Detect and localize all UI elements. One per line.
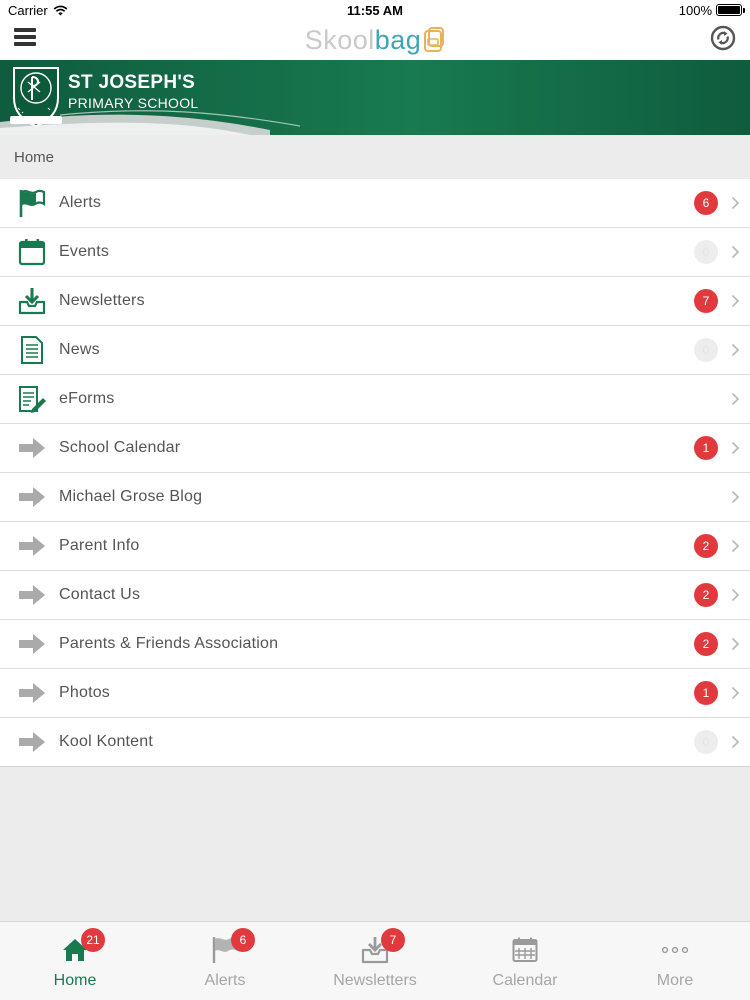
menu-item-news[interactable]: News 0 (0, 326, 750, 375)
school-header-banner: ST JOSEPH'S PRIMARY SCHOOL (0, 60, 750, 135)
more-dots-icon (660, 936, 690, 964)
menu-item-label: Michael Grose Blog (59, 488, 203, 505)
tab-bar: 21 Home 6 Alerts 7 Newsletters Calendar … (0, 921, 750, 1000)
count-badge: 2 (694, 534, 718, 558)
chevron-right-icon (731, 392, 740, 406)
tab-label: Home (53, 972, 97, 989)
tab-newsletters[interactable]: 7 Newsletters (300, 922, 450, 1000)
arrow-right-icon (16, 432, 48, 464)
brand-part1: Skool (304, 24, 375, 55)
menu-item-photos[interactable]: Photos 1 (0, 669, 750, 718)
chevron-right-icon (731, 588, 740, 602)
chevron-right-icon (731, 490, 740, 504)
menu-item-parents-friends-association[interactable]: Parents & Friends Association 2 (0, 620, 750, 669)
school-name-line1: ST JOSEPH'S (68, 72, 196, 93)
tab-label: Newsletters (333, 972, 417, 989)
tab-home[interactable]: 21 Home (0, 922, 150, 1000)
menu-list: Alerts 6 Events 0 Newsletters 7 News 0 e… (0, 179, 750, 767)
count-badge: 0 (694, 240, 718, 264)
school-name: ST JOSEPH'S PRIMARY SCHOOL (68, 72, 199, 111)
count-badge: 7 (694, 289, 718, 313)
menu-item-events[interactable]: Events 0 (0, 228, 750, 277)
chevron-right-icon (731, 637, 740, 651)
skoolbag-logo: Skool bag (305, 25, 446, 56)
count-badge: 2 (694, 583, 718, 607)
menu-item-label: Contact Us (59, 586, 141, 603)
menu-item-label: Events (59, 243, 110, 260)
chevron-right-icon (731, 735, 740, 749)
tab-more[interactable]: More (600, 922, 750, 1000)
brand-part2: bag (374, 24, 422, 55)
menu-item-label: eForms (59, 390, 115, 407)
form-pen-icon (16, 383, 48, 415)
arrow-right-icon (16, 726, 48, 758)
flag-icon (16, 187, 48, 219)
menu-item-label: News (59, 341, 100, 358)
school-name-line2: PRIMARY SCHOOL (68, 95, 199, 111)
inbox-download-icon (16, 285, 48, 317)
tab-label: More (656, 972, 694, 989)
chevron-right-icon (731, 686, 740, 700)
count-badge: 0 (694, 730, 718, 754)
menu-item-label: Newsletters (59, 292, 145, 309)
calendar-icon (16, 236, 48, 268)
sync-icon[interactable] (710, 25, 736, 51)
schoolbag-icon (424, 27, 445, 52)
menu-item-parent-info[interactable]: Parent Info 2 (0, 522, 750, 571)
menu-item-label: Alerts (59, 194, 102, 211)
chevron-right-icon (731, 441, 740, 455)
arrow-right-icon (16, 579, 48, 611)
tab-badge: 21 (81, 928, 105, 952)
menu-item-label: Kool Kontent (59, 733, 154, 750)
menu-item-label: Parent Info (59, 537, 140, 554)
tab-calendar[interactable]: Calendar (450, 922, 600, 1000)
menu-item-eforms[interactable]: eForms (0, 375, 750, 424)
status-right: 100% (678, 2, 745, 18)
tab-label: Alerts (204, 972, 246, 989)
battery-icon (716, 4, 745, 16)
menu-item-contact-us[interactable]: Contact Us 2 (0, 571, 750, 620)
carrier-label: Carrier (8, 2, 48, 18)
chevron-right-icon (731, 539, 740, 553)
arrow-right-icon (16, 628, 48, 660)
menu-item-newsletters[interactable]: Newsletters 7 (0, 277, 750, 326)
tab-badge: 7 (381, 928, 405, 952)
status-left: Carrier (8, 3, 68, 18)
menu-item-kool-kontent[interactable]: Kool Kontent 0 (0, 718, 750, 767)
tab-label: Calendar (492, 972, 558, 989)
menu-item-label: Photos (59, 684, 111, 701)
calendar-grid-icon (510, 936, 540, 964)
menu-item-label: Parents & Friends Association (59, 635, 279, 652)
arrow-right-icon (16, 530, 48, 562)
count-badge: 1 (694, 681, 718, 705)
chevron-right-icon (731, 245, 740, 259)
menu-item-school-calendar[interactable]: School Calendar 1 (0, 424, 750, 473)
menu-item-alerts[interactable]: Alerts 6 (0, 179, 750, 228)
chevron-right-icon (731, 294, 740, 308)
arrow-right-icon (16, 677, 48, 709)
arrow-right-icon (16, 481, 48, 513)
hamburger-menu-icon[interactable] (14, 26, 36, 48)
chevron-right-icon (731, 343, 740, 357)
count-badge: 2 (694, 632, 718, 656)
nav-bar: Skool bag (0, 20, 750, 60)
document-icon (16, 334, 48, 366)
battery-percent: 100% (678, 2, 712, 18)
wifi-icon (53, 5, 68, 15)
breadcrumb: Home (0, 135, 750, 179)
count-badge: 1 (694, 436, 718, 460)
count-badge: 6 (694, 191, 718, 215)
count-badge: 0 (694, 338, 718, 362)
status-bar: Carrier 11:55 AM 100% (0, 0, 750, 20)
menu-item-label: School Calendar (59, 439, 181, 456)
menu-item-michael-grose-blog[interactable]: Michael Grose Blog (0, 473, 750, 522)
status-time: 11:55 AM (347, 2, 403, 18)
tab-alerts[interactable]: 6 Alerts (150, 922, 300, 1000)
school-crest-icon (10, 67, 62, 128)
tab-badge: 6 (231, 928, 255, 952)
chevron-right-icon (731, 196, 740, 210)
